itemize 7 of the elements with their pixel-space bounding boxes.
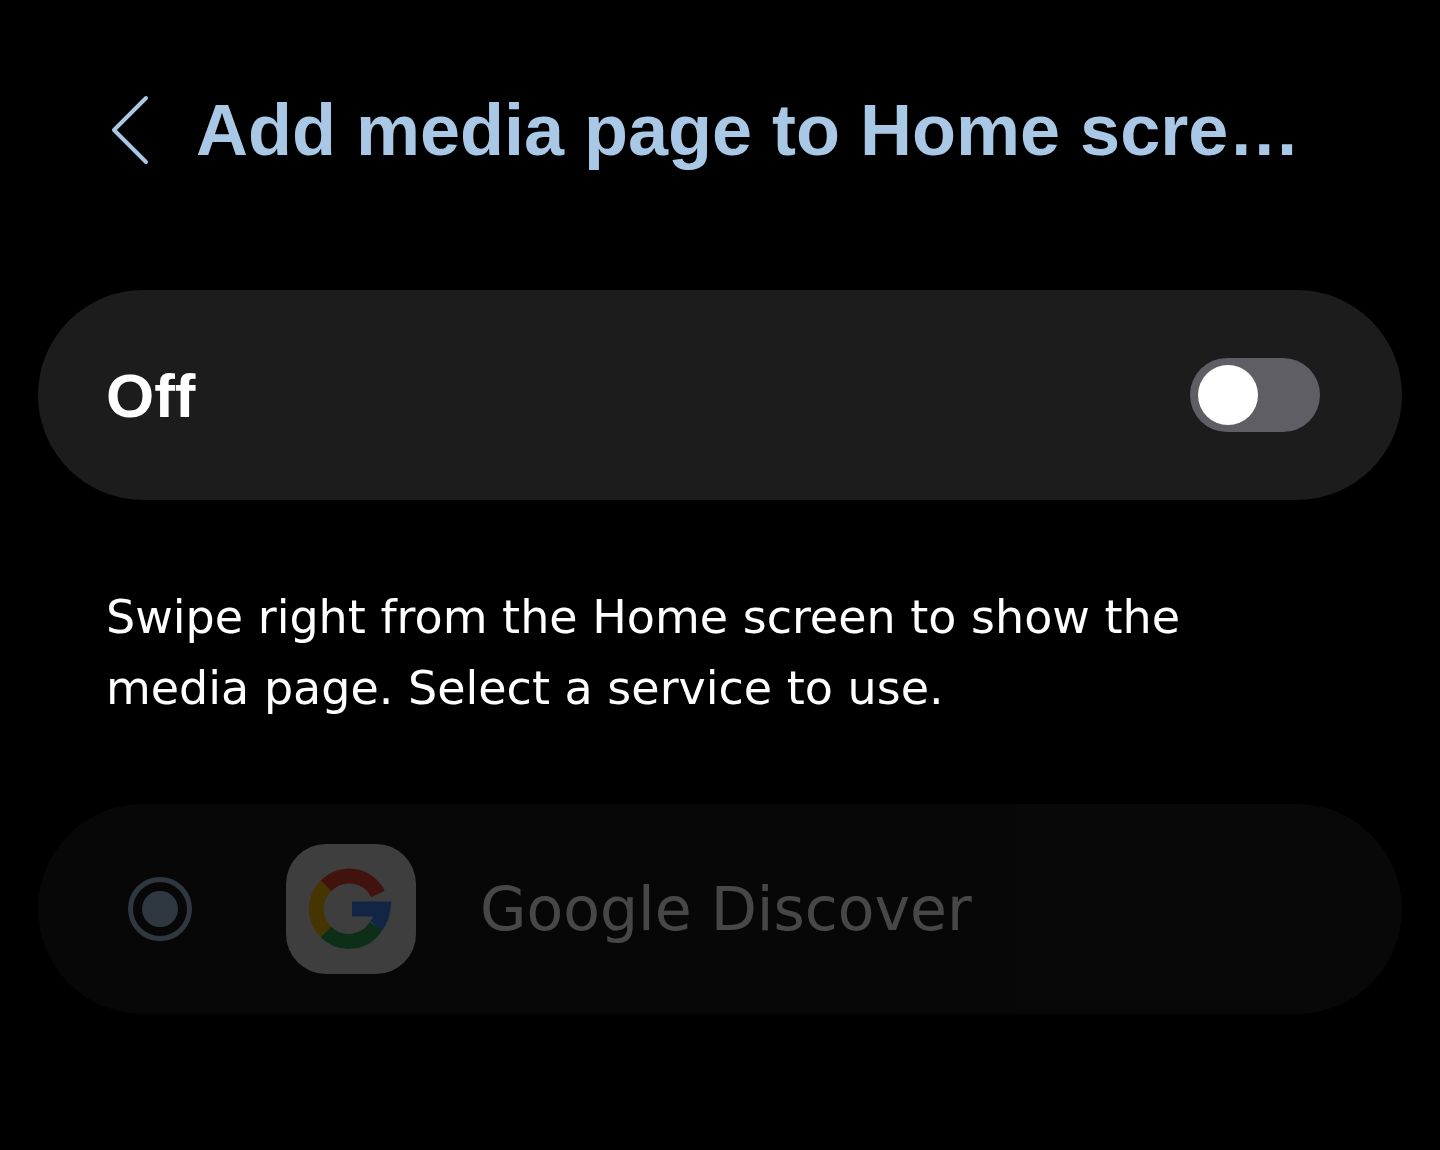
page-title: Add media page to Home scre… (196, 89, 1301, 171)
switch-label: Off (106, 359, 196, 431)
app-icon (286, 844, 416, 974)
back-icon (110, 95, 150, 165)
service-name: Google Discover (480, 874, 972, 944)
description-text: Swipe right from the Home screen to show the media page. Select a service to use. (105, 589, 1181, 717)
back-button[interactable] (110, 95, 150, 165)
